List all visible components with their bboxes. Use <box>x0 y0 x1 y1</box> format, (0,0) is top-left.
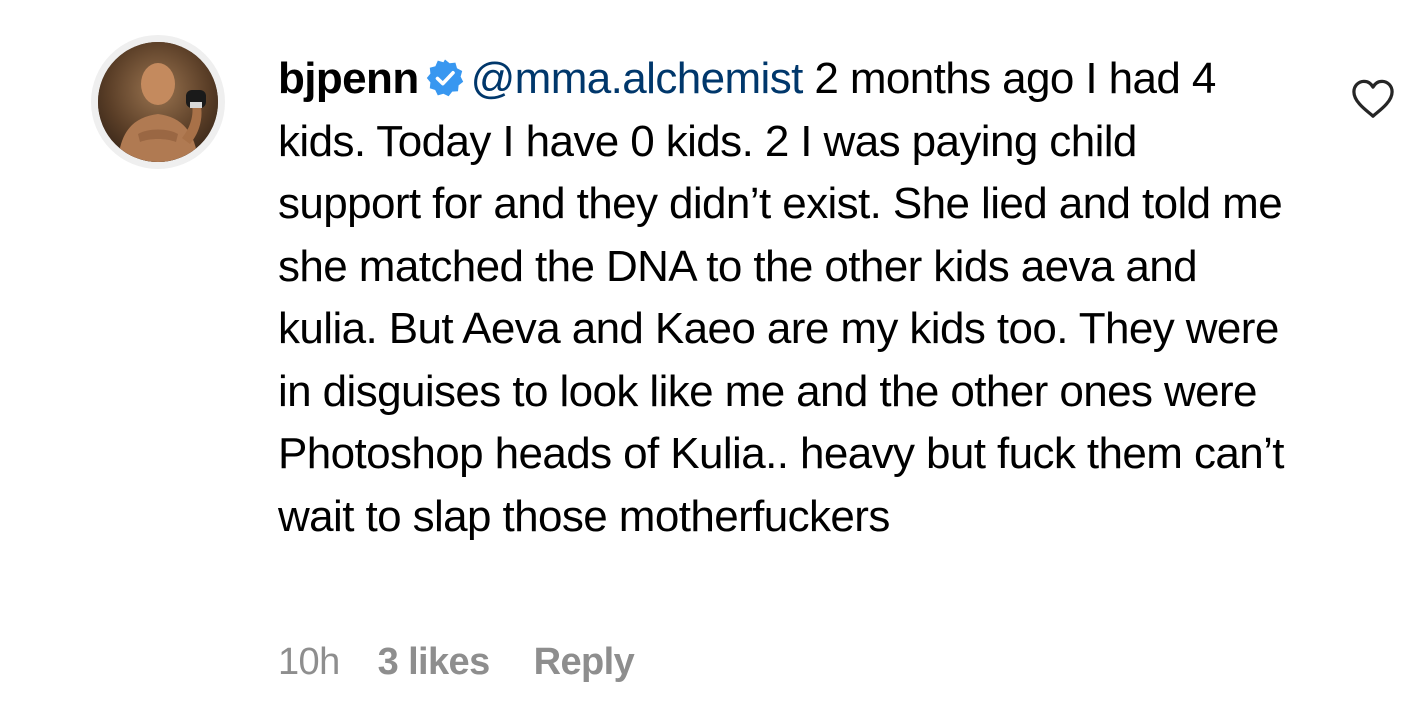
verified-badge-icon <box>426 59 463 97</box>
likes-count-link[interactable]: 3 likes <box>378 638 491 686</box>
comment: bjpenn @mma.alchemist 2 months ago I had… <box>0 0 1426 704</box>
profile-photo-icon <box>98 42 218 162</box>
comment-meta: 10h 3 likes Reply <box>278 638 635 686</box>
reply-button[interactable]: Reply <box>534 638 635 686</box>
timestamp: 10h <box>278 641 340 683</box>
mention-link[interactable]: @mma.alchemist <box>471 54 804 103</box>
heart-icon[interactable] <box>1350 78 1396 120</box>
comment-text: 2 months ago I had 4 kids. Today I have … <box>278 54 1285 541</box>
comment-body: bjpenn @mma.alchemist 2 months ago I had… <box>278 48 1288 548</box>
avatar[interactable] <box>91 35 225 169</box>
username-link[interactable]: bjpenn <box>278 54 419 103</box>
